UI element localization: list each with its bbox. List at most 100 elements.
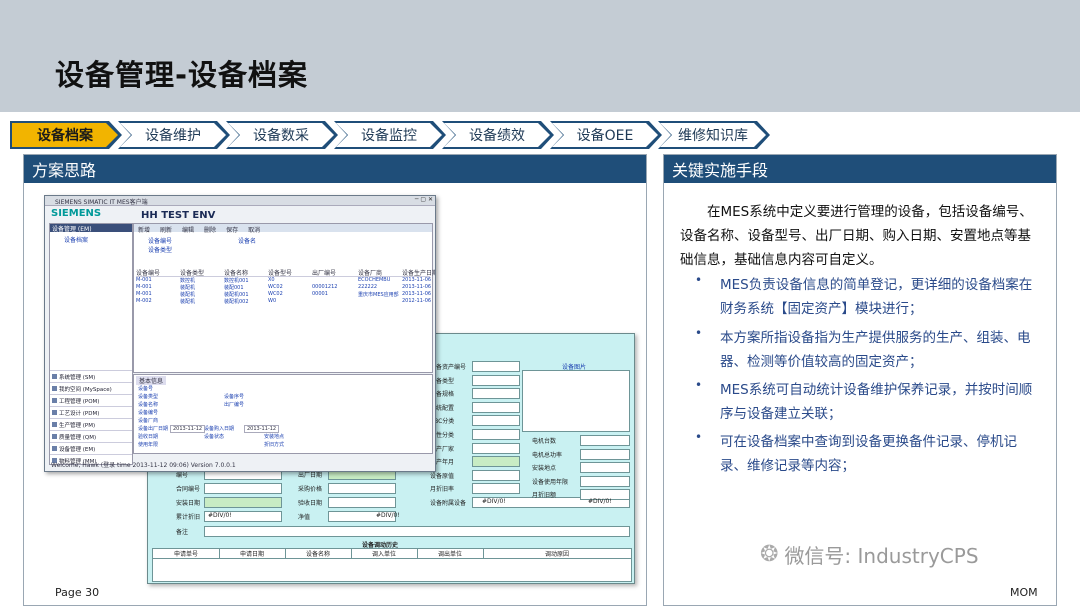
- bullet-item: MES负责设备信息的简单登记，更详细的设备档案在财务系统【固定资产】模块进行；: [720, 277, 1033, 317]
- table-cell: M-002: [136, 298, 152, 304]
- detail-field-label: 设备状态: [204, 434, 225, 440]
- form-input[interactable]: [472, 388, 520, 400]
- table-row[interactable]: M-001 装配机 装配001 WC02 00001212 222222 2013-11-0…: [136, 284, 431, 291]
- list-toolbar: 新增 刷新 编辑 删除 保存 取消: [134, 224, 432, 234]
- side-menu-item[interactable]: 工艺设计 (PDM): [50, 406, 132, 418]
- side-menu-item[interactable]: 质量管理 (QM): [50, 430, 132, 442]
- nav-step-2[interactable]: 设备维护: [120, 123, 226, 147]
- nav-step-label: 设备监控: [361, 128, 417, 144]
- toolbar-button[interactable]: 保存: [226, 225, 238, 234]
- module-icon: [52, 386, 57, 391]
- module-icon: [52, 422, 57, 427]
- form-input[interactable]: [472, 415, 520, 427]
- side-menu-label: 系统管理 (SM): [59, 374, 96, 381]
- detail-field-label: 出厂编号: [224, 402, 245, 408]
- watermark: ❂ 微信号: IndustryCPS: [760, 540, 979, 569]
- nav-step-label: 设备维护: [145, 128, 201, 144]
- form-label: 安装日期: [176, 500, 201, 507]
- form-input[interactable]: [472, 469, 520, 481]
- window-controls[interactable]: ─ ▢ ✕: [415, 196, 433, 203]
- detail-tab[interactable]: 基本信息: [136, 376, 167, 385]
- nav-step-3[interactable]: 设备数采: [228, 123, 334, 147]
- intro-paragraph: 在MES系统中定义要进行管理的设备，包括设备编号、设备名称、设备型号、出厂日期、…: [680, 204, 1033, 268]
- nav-step-5[interactable]: 设备绩效: [444, 123, 550, 147]
- history-column-header: 调动原因: [483, 549, 632, 559]
- right-panel-title: 关键实施手段: [672, 161, 769, 180]
- div-error-value: #DIV/0!: [588, 498, 612, 505]
- div-error-value: #DIV/0!: [208, 512, 232, 519]
- form-input[interactable]: [472, 483, 520, 495]
- nav-step-1[interactable]: 设备档案: [12, 123, 118, 147]
- date-picker[interactable]: 2013-11-12: [244, 425, 280, 433]
- form-input[interactable]: [472, 442, 520, 454]
- form-input[interactable]: [580, 462, 630, 474]
- nav-step-label: 维修知识库: [678, 128, 748, 144]
- table-cell: 2013-11-06: [402, 277, 432, 283]
- div-error-value: #DIV/0!: [376, 512, 400, 519]
- detail-field-label: 设备序号: [224, 394, 245, 400]
- toolbar-button[interactable]: 刷新: [160, 225, 172, 234]
- slide-title: 设备管理-设备档案: [55, 58, 309, 92]
- toolbar-button[interactable]: 编辑: [182, 225, 194, 234]
- filter-label: 设备类型: [148, 247, 173, 254]
- form-label: 备注: [176, 529, 189, 536]
- siemens-logo: SIEMENS: [51, 208, 102, 219]
- form-input[interactable]: [204, 497, 282, 508]
- form-label: 月折旧率: [430, 486, 455, 494]
- table-row[interactable]: M-002 装配机 装配机002 W0 2012-11-06: [136, 298, 431, 305]
- history-column-header: 调入单位: [351, 549, 418, 559]
- form-input[interactable]: [580, 448, 630, 460]
- module-icon: [52, 410, 57, 415]
- detail-field-label: 折旧方式: [264, 442, 285, 448]
- watermark-text: 微信号: IndustryCPS: [784, 544, 979, 568]
- page-number: Page 30: [55, 586, 100, 599]
- table-cell: 00001: [312, 291, 328, 297]
- toolbar-button[interactable]: 删除: [204, 225, 216, 234]
- table-row[interactable]: M-001 数控机 数控机001 X0 ECOCHEMBU 2013-11-06: [136, 277, 432, 284]
- wechat-icon: ❂: [760, 542, 779, 567]
- form-label: 安装地点: [532, 465, 557, 473]
- module-icon: [52, 374, 57, 379]
- tree-item-equipment-archive[interactable]: 设备档案: [50, 235, 132, 244]
- table-cell: 装配机001: [224, 292, 249, 298]
- form-input[interactable]: [472, 456, 520, 468]
- left-panel-header: 方案思路: [24, 155, 646, 183]
- form-input[interactable]: [204, 526, 630, 537]
- form-input[interactable]: [472, 361, 520, 372]
- table-cell: 装配机: [180, 299, 196, 305]
- column-header: 设备名称: [224, 270, 249, 277]
- form-input[interactable]: [328, 483, 396, 494]
- nav-step-4[interactable]: 设备监控: [336, 123, 442, 147]
- form-input[interactable]: [472, 374, 520, 386]
- table-cell: 数控机001: [224, 278, 249, 284]
- form-input[interactable]: [472, 429, 520, 440]
- table-cell: WC02: [268, 284, 283, 290]
- history-column-header: 设备名称: [285, 549, 352, 559]
- bullet-item: 可在设备档案中查询到设备更换备件记录、停机记录、维修记录等内容；: [720, 434, 1017, 474]
- side-menu-label: 工艺设计 (PDM): [59, 410, 100, 417]
- history-column-header: 申请日期: [219, 549, 286, 559]
- side-menu-item[interactable]: 系统管理 (SM): [50, 370, 132, 382]
- bullet-dot-icon: •: [695, 326, 703, 340]
- nav-step-7[interactable]: 维修知识库: [660, 123, 766, 147]
- detail-field-label: 使用年限: [138, 442, 159, 448]
- form-input[interactable]: [204, 483, 282, 494]
- side-menu-item[interactable]: 我的空间 (MySpace): [50, 382, 132, 394]
- toolbar-button[interactable]: 新增: [138, 225, 150, 234]
- form-input[interactable]: [328, 497, 396, 508]
- form-input[interactable]: [580, 435, 630, 446]
- history-column-header: 调出单位: [417, 549, 484, 559]
- form-input[interactable]: [580, 475, 630, 487]
- date-picker[interactable]: 2013-11-12: [170, 425, 206, 433]
- side-menu-item[interactable]: 生产管理 (PM): [50, 418, 132, 430]
- side-menu-item[interactable]: 设备管理 (EM): [50, 442, 132, 454]
- nav-step-6[interactable]: 设备OEE: [552, 123, 658, 147]
- column-header: 设备厂商: [358, 270, 383, 277]
- div-error-value: #DIV/0!: [482, 498, 506, 505]
- side-menu-item[interactable]: 工程管理 (POM): [50, 394, 132, 406]
- detail-field-label: 设备厂商: [138, 418, 159, 424]
- form-input[interactable]: [472, 401, 520, 413]
- toolbar-button[interactable]: 取消: [248, 225, 260, 234]
- module-icon: [52, 434, 57, 439]
- table-row[interactable]: M-001 装配机 装配机001 WC02 00001 重庆市MES应用部 2013-11-…: [136, 291, 431, 298]
